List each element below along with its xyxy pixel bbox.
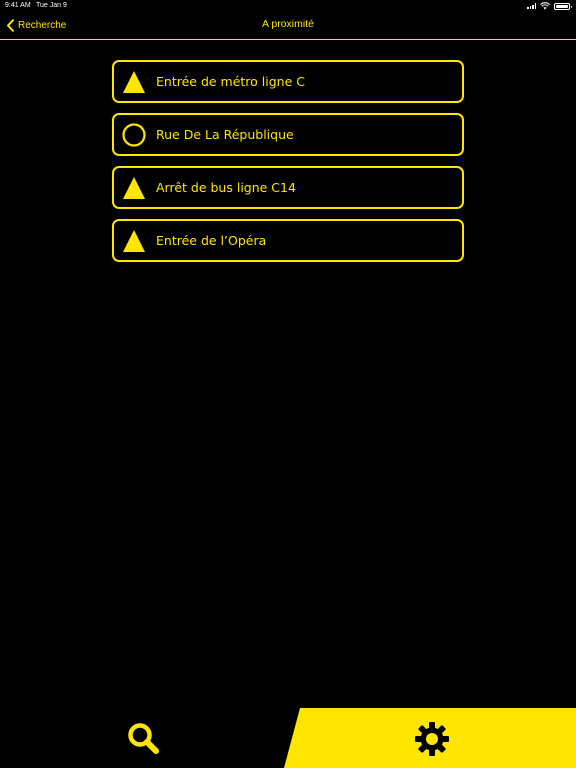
navigation-bar: Recherche A proximité — [0, 12, 576, 40]
selected-tab-highlight — [284, 708, 576, 768]
status-bar: 9:41 AM Tue Jan 9 — [0, 0, 576, 12]
nearby-places-list: Entrée de métro ligne C Rue De La Républ… — [112, 60, 464, 272]
place-item-opera[interactable]: Entrée de l’Opéra — [112, 219, 464, 262]
place-label: Entrée de l’Opéra — [156, 233, 267, 248]
battery-fill — [556, 4, 568, 8]
page-title: A proximité — [262, 18, 314, 30]
tab-bar — [0, 708, 576, 768]
tab-search[interactable] — [120, 722, 166, 756]
signal-icon — [527, 3, 536, 9]
wifi-icon — [540, 2, 550, 10]
place-label: Entrée de métro ligne C — [156, 74, 305, 89]
circle-icon — [122, 123, 146, 147]
triangle-icon — [123, 71, 145, 93]
status-time: 9:41 AM — [5, 2, 31, 9]
search-icon — [128, 723, 159, 754]
place-item-rue-republique[interactable]: Rue De La République — [112, 113, 464, 156]
tab-settings[interactable] — [408, 722, 454, 756]
triangle-icon — [123, 230, 145, 252]
status-date: Tue Jan 9 — [36, 2, 67, 9]
battery-icon — [554, 2, 572, 10]
place-item-bus-c14[interactable]: Arrêt de bus ligne C14 — [112, 166, 464, 209]
status-icons — [527, 2, 572, 10]
screen: 9:41 AM Tue Jan 9 Recherche A proximité — [0, 0, 576, 768]
gear-icon — [415, 722, 449, 756]
place-label: Rue De La République — [156, 127, 294, 142]
place-item-metro-c[interactable]: Entrée de métro ligne C — [112, 60, 464, 103]
place-label: Arrêt de bus ligne C14 — [156, 180, 296, 195]
triangle-icon — [123, 177, 145, 199]
